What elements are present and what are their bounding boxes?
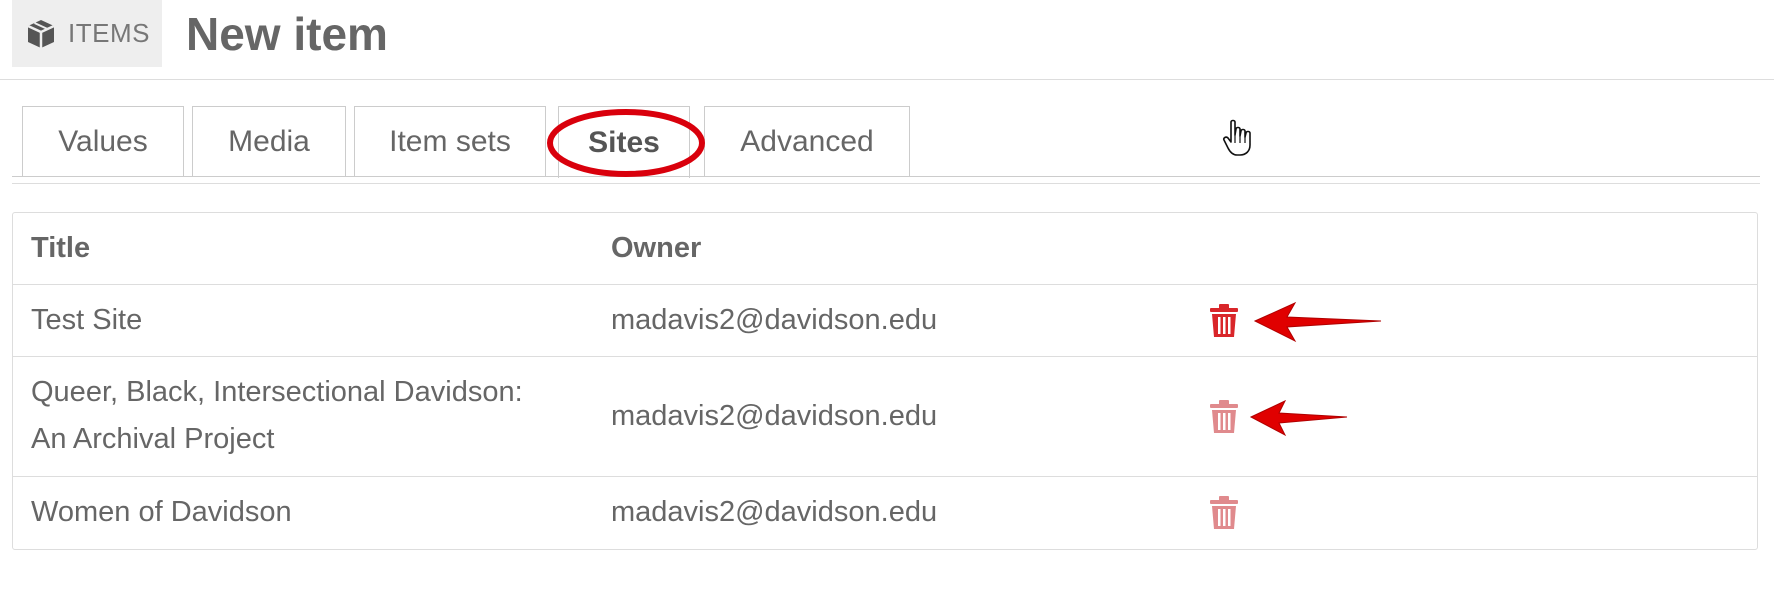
tab-bar: Values Media Item sets Sites Advanced [12, 106, 1760, 190]
tab-divider-secondary [12, 183, 1760, 184]
items-section-link[interactable]: ITEMS [12, 0, 162, 67]
site-title: Test Site [31, 304, 143, 336]
site-title-line-1: Queer, Black, Intersectional Davidson: [31, 376, 523, 408]
column-header-owner: Owner [611, 232, 702, 264]
table-row: Queer, Black, Intersectional Davidson: A… [13, 357, 1757, 477]
site-owner: madavis2@davidson.edu [611, 496, 938, 528]
table-row: Test Site madavis2@davidson.edu [13, 285, 1757, 357]
trash-icon[interactable] [1209, 304, 1239, 338]
section-label: ITEMS [68, 18, 150, 48]
sites-table: Title Owner Test Site madavis2@davidson.… [12, 212, 1758, 550]
tab-sites[interactable]: Sites [558, 106, 690, 178]
trash-icon[interactable] [1209, 400, 1239, 434]
tab-advanced[interactable]: Advanced [704, 106, 910, 176]
site-title-line-2: An Archival Project [31, 423, 275, 455]
page-header: ITEMS New item [0, 0, 1774, 80]
site-owner: madavis2@davidson.edu [611, 400, 938, 432]
table-header-row: Title Owner [13, 213, 1757, 285]
annotation-arrow [1249, 399, 1348, 437]
hand-cursor-icon [1223, 119, 1251, 156]
site-title: Women of Davidson [31, 496, 292, 528]
trash-icon[interactable] [1209, 496, 1239, 530]
tab-media[interactable]: Media [192, 106, 346, 176]
tab-item-sets[interactable]: Item sets [354, 106, 546, 176]
tab-divider [12, 176, 1760, 177]
table-row: Women of Davidson madavis2@davidson.edu [13, 477, 1757, 549]
cube-icon [27, 19, 55, 48]
page-title: New item [186, 8, 388, 60]
column-header-title: Title [31, 232, 91, 264]
annotation-arrow [1253, 301, 1382, 343]
tab-values[interactable]: Values [22, 106, 184, 176]
site-owner: madavis2@davidson.edu [611, 304, 938, 336]
